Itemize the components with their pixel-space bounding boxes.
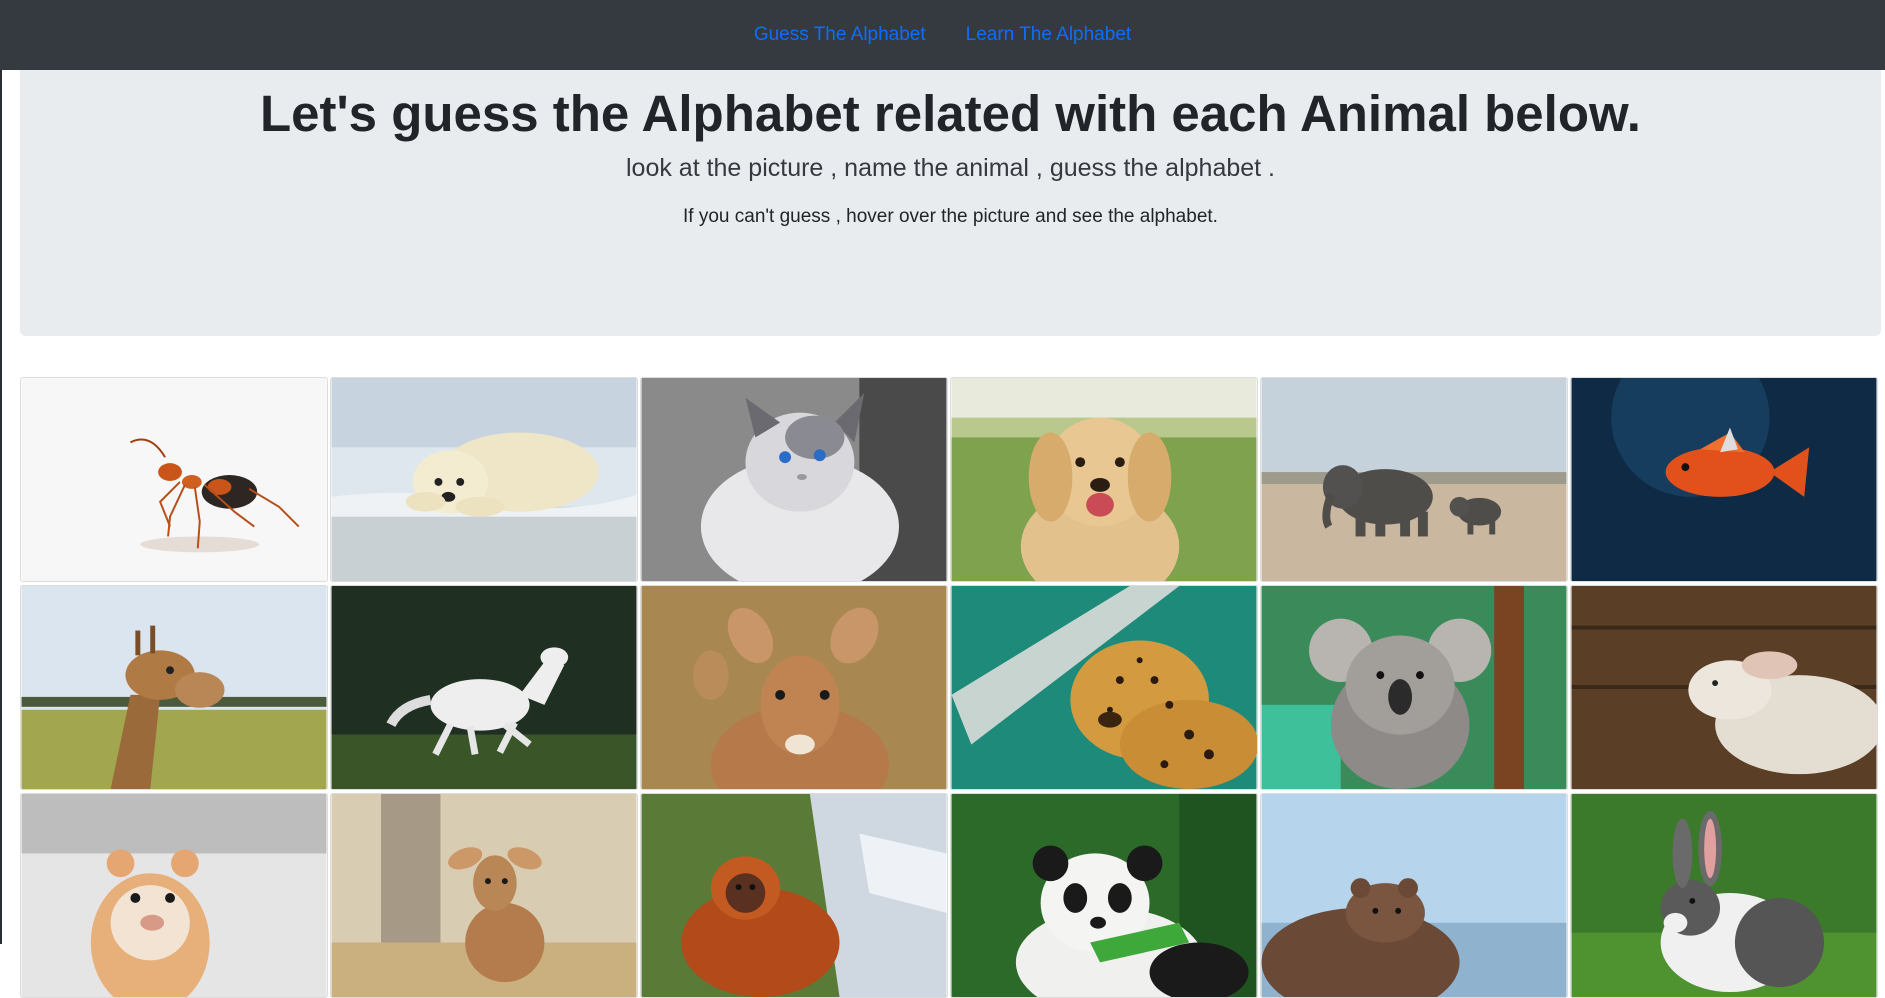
fish-image [1571, 378, 1877, 581]
animal-tile-rabbit[interactable] [1570, 793, 1878, 998]
giraffe-image [21, 586, 327, 789]
polar-bear-image [331, 378, 637, 581]
animal-tile-ant[interactable] [20, 377, 328, 582]
animal-tile-fish[interactable] [1570, 377, 1878, 582]
dog-image [951, 378, 1257, 581]
left-window-edge [0, 70, 2, 944]
animal-tile-orangutan[interactable] [640, 793, 948, 998]
hamster-image [21, 794, 327, 997]
nav-link-learn[interactable]: Learn The Alphabet [966, 24, 1132, 46]
animal-tile-koala[interactable] [1260, 585, 1568, 790]
animal-tile-jaguar[interactable] [950, 585, 1258, 790]
panda-image [951, 794, 1257, 997]
animal-tile-cat[interactable] [640, 377, 948, 582]
animal-tile-lamb[interactable] [1570, 585, 1878, 790]
animal-tile-deer[interactable] [330, 793, 638, 998]
page-subtitle: look at the picture , name the animal , … [625, 154, 1275, 183]
page-title: Let's guess the Alphabet related with ea… [260, 85, 1641, 142]
horse-image [331, 586, 637, 789]
quokka-image [1261, 794, 1567, 997]
animal-grid [20, 377, 1881, 998]
elephant-image [1261, 378, 1567, 581]
animal-tile-bear[interactable] [330, 377, 638, 582]
koala-image [1261, 586, 1567, 789]
cat-image [641, 378, 947, 581]
jaguar-image [951, 586, 1257, 789]
animal-tile-quokka[interactable] [1260, 793, 1568, 998]
impala-image [641, 586, 947, 789]
animal-tile-impala[interactable] [640, 585, 948, 790]
animal-tile-panda[interactable] [950, 793, 1258, 998]
hover-hint: If you can't guess , hover over the pict… [683, 206, 1218, 228]
deer-image [331, 794, 637, 997]
animal-tile-dog[interactable] [950, 377, 1258, 582]
nav-link-guess[interactable]: Guess The Alphabet [754, 24, 926, 46]
animal-tile-giraffe[interactable] [20, 585, 328, 790]
animal-tile-horse[interactable] [330, 585, 638, 790]
orangutan-image [641, 794, 947, 997]
ant-image [21, 378, 327, 581]
animal-tile-hamster[interactable] [20, 793, 328, 998]
rabbit-image [1571, 794, 1877, 997]
top-navbar: Guess The Alphabet Learn The Alphabet [0, 0, 1885, 70]
lamb-image [1571, 586, 1877, 789]
hero-jumbotron: Let's guess the Alphabet related with ea… [20, 70, 1881, 336]
animal-tile-elephant[interactable] [1260, 377, 1568, 582]
